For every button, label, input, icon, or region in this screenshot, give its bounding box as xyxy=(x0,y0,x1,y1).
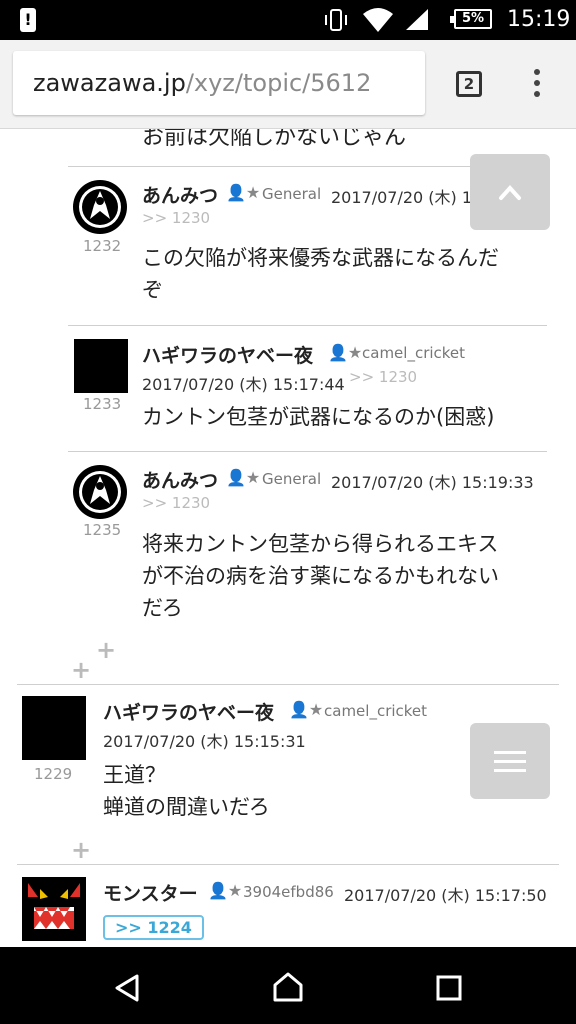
hamburger-menu-icon xyxy=(494,751,526,772)
post-body: 王道？ 蝉道の間違いだろ xyxy=(103,759,433,823)
user-badge-icon: 👤★ xyxy=(328,343,363,362)
comment-number: 1232 xyxy=(83,237,122,255)
post-body-line: 蝉道の間違いだろ xyxy=(103,795,270,819)
post-date: 2017/07/20 (木) 15:17:44 xyxy=(142,375,345,394)
address-bar[interactable]: zawazawa.jp/xyz/topic/5612 xyxy=(13,51,425,115)
clock: 15:19 xyxy=(507,7,571,32)
avatar xyxy=(74,339,128,393)
reply-link[interactable]: >> 1224 xyxy=(103,915,204,940)
post-date: 2017/07/20 (木) 15:17:50 xyxy=(344,886,547,905)
scroll-top-button[interactable] xyxy=(470,154,550,230)
post-date: 2017/07/20 (木) 15:15:31 xyxy=(103,732,306,751)
post-body-line: 将来カントン包茎から得られるエキス xyxy=(142,532,499,556)
user-name[interactable]: あんみつ xyxy=(142,181,218,208)
signal-icon xyxy=(406,9,428,30)
user-badge-icon: 👤★ xyxy=(226,468,261,487)
post-body-line: 王道？ xyxy=(103,763,166,787)
recents-icon[interactable] xyxy=(435,974,463,1002)
url-path: /xyz/topic/5612 xyxy=(185,69,372,97)
battery-icon: 5% xyxy=(450,9,492,29)
post-body: この欠陥が将来優秀な武器になるんだ ぞ xyxy=(142,242,542,306)
avatar xyxy=(22,696,86,760)
post-body-line: が不治の病を治す薬になるかもれない xyxy=(142,564,499,588)
user-badge-icon: 👤★ xyxy=(208,881,243,900)
post-body: カントン包茎が武器になるのか(困惑) xyxy=(142,401,542,433)
tab-switcher-button[interactable]: 2 xyxy=(456,71,482,97)
post-body-line: ぞ xyxy=(142,278,163,302)
comment-number: 1235 xyxy=(83,521,122,539)
post-body-line: だろ xyxy=(142,596,183,620)
user-name[interactable]: あんみつ xyxy=(142,466,218,493)
user-name[interactable]: ハギワラのヤベー夜 xyxy=(103,698,274,725)
browser-toolbar: zawazawa.jp/xyz/topic/5612 2 xyxy=(0,40,576,129)
home-icon[interactable] xyxy=(272,971,304,1003)
menu-button[interactable] xyxy=(470,723,550,799)
post-date: 2017/07/20 (木) 15:19:33 xyxy=(331,473,534,492)
status-bar: ! 5% 15:19 xyxy=(0,0,576,40)
url-host: zawazawa.jp xyxy=(33,69,186,97)
expand-plus-icon[interactable]: + xyxy=(71,836,91,864)
thread-content: お前は欠陥しかないじゃん 1232 あんみつ 👤★ General 2017/0… xyxy=(0,129,576,947)
comment-number: 1229 xyxy=(34,765,73,783)
overflow-menu-icon[interactable] xyxy=(532,69,542,101)
user-name[interactable]: ハギワラのヤベー夜 xyxy=(142,341,313,368)
user-badge-icon: 👤★ xyxy=(289,700,324,719)
avatar-monster-icon xyxy=(22,877,86,941)
post-body: 将来カントン包茎から得られるエキス が不治の病を治す薬になるかもれない だろ xyxy=(142,528,552,624)
reply-link[interactable]: >> 1230 xyxy=(142,209,210,227)
avatar-crest-icon xyxy=(73,180,127,234)
user-id: 3904efbd86 xyxy=(243,883,334,901)
navigation-bar xyxy=(0,947,576,1024)
post-body-line: カントン包茎が武器になるのか(困惑) xyxy=(142,405,495,429)
battery-level: 5% xyxy=(461,11,485,26)
reply-link[interactable]: >> 1230 xyxy=(349,368,417,386)
user-badge-icon: 👤★ xyxy=(226,183,261,202)
avatar-crest-icon xyxy=(73,465,127,519)
vibrate-icon xyxy=(325,9,347,31)
user-id: General xyxy=(262,185,322,203)
reply-link[interactable]: >> 1230 xyxy=(142,494,210,512)
post-body-line: この欠陥が将来優秀な武器になるんだ xyxy=(142,246,499,270)
comment-number: 1233 xyxy=(83,395,122,413)
wifi-icon xyxy=(363,8,393,32)
alert-icon: ! xyxy=(20,8,36,32)
expand-plus-icon[interactable]: + xyxy=(71,656,91,684)
back-icon[interactable] xyxy=(113,973,141,1003)
user-id: camel_cricket xyxy=(324,702,428,720)
user-name[interactable]: モンスター xyxy=(103,879,198,906)
expand-plus-icon[interactable]: + xyxy=(96,636,116,664)
user-id: General xyxy=(262,470,322,488)
user-id: camel_cricket xyxy=(362,344,466,362)
chevron-up-icon xyxy=(499,185,521,200)
post-body-partial: お前は欠陥しかないじゃん xyxy=(142,129,407,150)
